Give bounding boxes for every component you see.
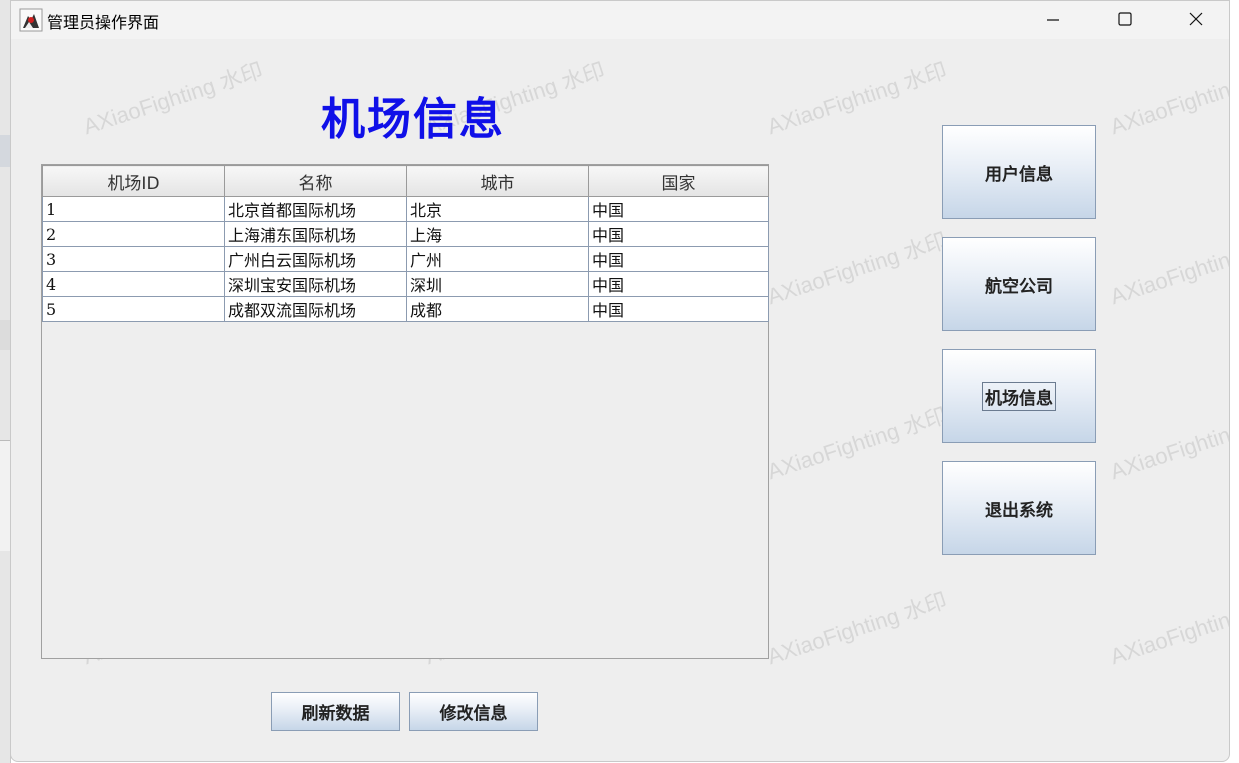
background-window-fragment xyxy=(0,320,10,350)
airport-table-scrollpane[interactable]: 机场ID 名称 城市 国家 1 北京首都国际机场 北京 中国 2 上海浦东国际机… xyxy=(41,164,769,659)
maximize-button[interactable] xyxy=(1095,1,1155,37)
table-cell[interactable]: 1 xyxy=(42,196,225,222)
maximize-icon xyxy=(1118,12,1132,26)
title-bar[interactable]: 管理员操作界面 xyxy=(11,1,1229,39)
table-row[interactable]: 5 成都双流国际机场 成都 中国 xyxy=(42,296,769,322)
minimize-button[interactable] xyxy=(1023,1,1083,37)
user-info-button[interactable]: 用户信息 xyxy=(942,125,1096,219)
airline-button-label: 航空公司 xyxy=(985,276,1053,297)
table-cell[interactable]: 2 xyxy=(42,221,225,247)
admin-window: 管理员操作界面 AXiaoFighting 水印 AXiaoFighting 水… xyxy=(10,0,1230,762)
table-row[interactable]: 1 北京首都国际机场 北京 中国 xyxy=(42,196,769,222)
watermark: AXiaoFighting 水印 xyxy=(1107,588,1230,670)
column-header-name[interactable]: 名称 xyxy=(224,165,407,197)
table-cell[interactable]: 3 xyxy=(42,246,225,272)
table-cell[interactable]: 5 xyxy=(42,296,225,322)
table-cell[interactable]: 中国 xyxy=(588,221,769,247)
table-cell[interactable]: 广州白云国际机场 xyxy=(224,246,407,272)
table-cell[interactable]: 广州 xyxy=(406,246,589,272)
table-cell[interactable]: 4 xyxy=(42,271,225,297)
column-header-city[interactable]: 城市 xyxy=(406,165,589,197)
watermark: AXiaoFighting 水印 xyxy=(764,402,950,485)
table-cell[interactable]: 成都 xyxy=(406,296,589,322)
edit-info-button[interactable]: 修改信息 xyxy=(409,692,538,731)
edit-info-button-label: 修改信息 xyxy=(439,704,508,724)
watermark: AXiaoFighting 水印 xyxy=(80,57,266,140)
watermark: AXiaoFighting 水印 xyxy=(1107,228,1230,310)
watermark: AXiaoFighting 水印 xyxy=(764,227,950,310)
table-cell[interactable]: 中国 xyxy=(588,271,769,297)
minimize-icon xyxy=(1047,19,1059,21)
watermark: AXiaoFighting 水印 xyxy=(764,57,950,140)
table-cell[interactable]: 深圳 xyxy=(406,271,589,297)
close-icon xyxy=(1189,12,1203,26)
airport-info-button[interactable]: 机场信息 xyxy=(942,349,1096,443)
exit-system-button-label: 退出系统 xyxy=(985,500,1053,521)
refresh-data-button-label: 刷新数据 xyxy=(301,704,370,724)
airport-table[interactable]: 机场ID 名称 城市 国家 1 北京首都国际机场 北京 中国 2 上海浦东国际机… xyxy=(42,165,769,322)
column-header-id[interactable]: 机场ID xyxy=(42,165,225,197)
background-window-fragment xyxy=(0,440,10,551)
exit-system-button[interactable]: 退出系统 xyxy=(942,461,1096,555)
java-duke-icon xyxy=(19,8,43,32)
airport-info-button-label: 机场信息 xyxy=(982,381,1056,411)
table-row[interactable]: 2 上海浦东国际机场 上海 中国 xyxy=(42,221,769,247)
table-row[interactable]: 3 广州白云国际机场 广州 中国 xyxy=(42,246,769,272)
column-header-country[interactable]: 国家 xyxy=(588,165,769,197)
table-header-row: 机场ID 名称 城市 国家 xyxy=(42,165,769,197)
watermark: AXiaoFighting 水印 xyxy=(1107,403,1230,485)
watermark: AXiaoFighting 水印 xyxy=(1107,58,1230,140)
table-cell[interactable]: 北京 xyxy=(406,196,589,222)
page-title: 机场信息 xyxy=(321,94,505,145)
table-cell[interactable]: 成都双流国际机场 xyxy=(224,296,407,322)
table-cell[interactable]: 上海 xyxy=(406,221,589,247)
table-cell[interactable]: 北京首都国际机场 xyxy=(224,196,407,222)
refresh-data-button[interactable]: 刷新数据 xyxy=(271,692,400,731)
table-cell[interactable]: 上海浦东国际机场 xyxy=(224,221,407,247)
table-cell[interactable]: 中国 xyxy=(588,296,769,322)
table-cell[interactable]: 中国 xyxy=(588,246,769,272)
close-button[interactable] xyxy=(1166,1,1226,37)
background-window-fragment xyxy=(0,135,10,167)
table-cell[interactable]: 深圳宝安国际机场 xyxy=(224,271,407,297)
window-title: 管理员操作界面 xyxy=(47,13,160,32)
user-info-button-label: 用户信息 xyxy=(985,164,1053,185)
table-cell[interactable]: 中国 xyxy=(588,196,769,222)
airline-button[interactable]: 航空公司 xyxy=(942,237,1096,331)
table-row[interactable]: 4 深圳宝安国际机场 深圳 中国 xyxy=(42,271,769,297)
watermark: AXiaoFighting 水印 xyxy=(764,587,950,670)
